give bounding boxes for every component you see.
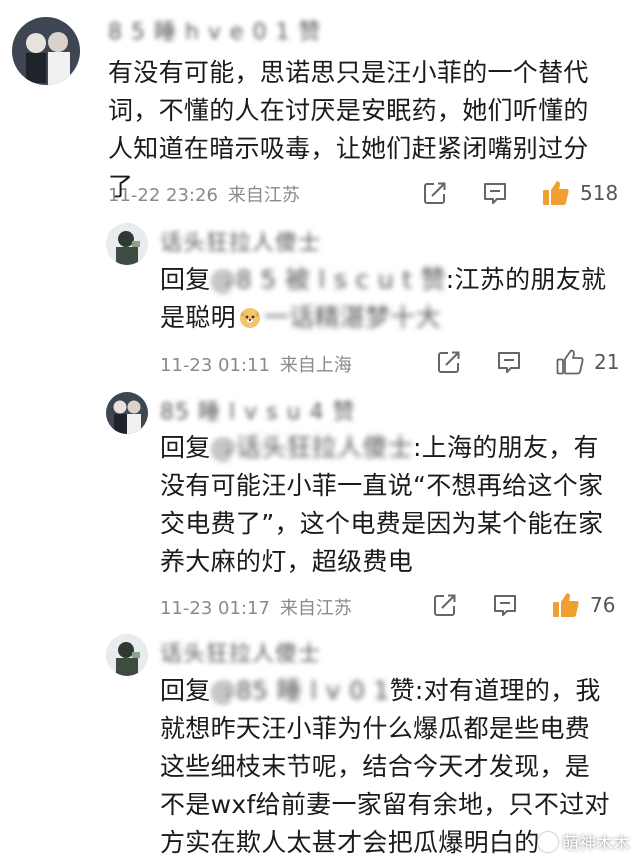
comment-text: 回复@8 5 被 l s c u t 赞:江苏的朋友就是聪明 一话精湛梦十大: [160, 261, 610, 337]
timestamp: 11-23 01:11: [160, 355, 270, 376]
like-count: 21: [594, 350, 620, 374]
location: 来自上海: [279, 355, 352, 376]
share-button[interactable]: [436, 349, 462, 375]
share-icon: [438, 351, 460, 373]
like-button[interactable]: [541, 178, 571, 208]
like-button[interactable]: [551, 590, 581, 620]
reply-prefix: 回复: [160, 433, 211, 462]
doge-emoji-icon: [238, 302, 262, 328]
avatar-image-icon: [106, 392, 148, 434]
username[interactable]: 话头狂拉人傻士: [160, 225, 321, 257]
thumbs-up-icon: [543, 181, 569, 205]
comment-meta: 11-23 01:17 来自江苏: [160, 594, 352, 620]
comment-icon: [494, 595, 516, 616]
reply-prefix: 回复: [160, 265, 211, 294]
share-button[interactable]: [422, 180, 448, 206]
avatar[interactable]: [106, 634, 148, 676]
comment-button[interactable]: [496, 349, 522, 375]
thumbs-up-icon: [553, 593, 579, 617]
watermark: 萌神木木: [538, 829, 630, 854]
reply-mention[interactable]: @8 5 被 l s c u t 赞: [211, 265, 446, 294]
like-count: 76: [590, 593, 616, 617]
blurred-text: 一话精湛梦十大: [263, 303, 442, 332]
avatar[interactable]: [106, 392, 148, 434]
reply-prefix: 回复: [160, 676, 211, 705]
username[interactable]: 话头狂拉人傻士: [160, 636, 321, 668]
share-icon: [434, 594, 456, 616]
comment-meta: 11-23 01:11 来自上海: [160, 351, 352, 377]
avatar[interactable]: [12, 17, 80, 85]
like-button[interactable]: [555, 347, 585, 377]
comment-text-content: 有没有可能，思诺思只是汪小菲的一个替代词，不懂的人在讨厌是安眠药，她们听懂的人知…: [108, 58, 589, 201]
username[interactable]: 85 睡 l v s u 4 赞: [160, 394, 355, 426]
comment-button[interactable]: [492, 592, 518, 618]
share-button[interactable]: [432, 592, 458, 618]
reply-mention[interactable]: @话头狂拉人傻士: [211, 433, 413, 462]
avatar-image-icon: [106, 634, 148, 676]
avatar[interactable]: [106, 223, 148, 265]
comment-button[interactable]: [482, 180, 508, 206]
comment-text: 回复@话头狂拉人傻士:上海的朋友，有没有可能汪小菲一直说“不想再给这个家交电费了…: [160, 429, 620, 581]
timestamp: 11-22 23:26: [108, 185, 218, 206]
comment-icon: [484, 183, 506, 204]
reply-mention[interactable]: @85 睡 l v 0 1: [211, 676, 390, 705]
thumbs-up-icon: [556, 349, 584, 375]
watermark-text: 萌神木木: [562, 834, 630, 854]
share-icon: [424, 182, 446, 204]
location: 来自江苏: [227, 185, 300, 206]
timestamp: 11-23 01:17: [160, 598, 270, 619]
comment-icon: [498, 352, 520, 373]
like-count: 518: [580, 181, 619, 205]
comment-thread: 8 5 睡 h v e 0 1 赞 有没有可能，思诺思只是汪小菲的一个替代词，不…: [0, 0, 640, 860]
avatar-image-icon: [12, 17, 80, 85]
comment-meta: 11-22 23:26 来自江苏: [108, 181, 300, 207]
watermark-logo-icon: [538, 831, 558, 852]
location: 来自江苏: [279, 598, 352, 619]
username[interactable]: 8 5 睡 h v e 0 1 赞: [108, 14, 321, 46]
avatar-image-icon: [106, 223, 148, 265]
